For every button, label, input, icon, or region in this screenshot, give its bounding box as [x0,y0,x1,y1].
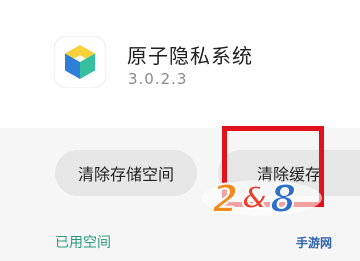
svg-text:&: & [242,181,268,216]
watermark-text: 手游网 [296,236,333,250]
used-space-heading: 已用空间 [55,235,111,251]
app-info-card: 原子隐私系统 3.0.2.3 [0,0,360,128]
app-version: 3.0.2.3 [128,70,188,88]
svg-text:8: 8 [270,177,296,221]
clear-storage-button[interactable]: 清除存储空间 [55,150,197,196]
cube-icon [53,35,107,89]
app-name: 原子隐私系统 [127,44,253,68]
watermark-logo: 2 & 8 [200,168,360,257]
svg-text:2: 2 [212,177,238,221]
